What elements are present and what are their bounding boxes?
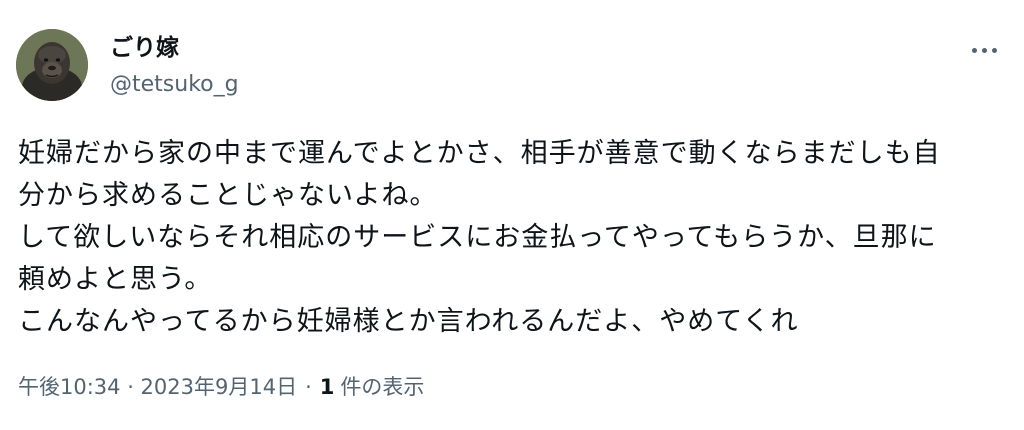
tweet-meta: 午後10:34 · 2023年9月14日 · 1 件の表示	[18, 372, 424, 402]
more-options-icon	[981, 47, 987, 53]
tweet-text: 妊婦だから家の中まで運んでよとかさ、相手が善意で動くならまだしも自 分から求める…	[18, 133, 1008, 343]
more-options-button[interactable]	[960, 34, 1008, 66]
tweet-text-line: して欲しいならそれ相応のサービスにお金払ってやってもらうか、旦那に	[18, 222, 937, 253]
view-count-label: 件の表示	[340, 375, 425, 399]
tweet-text-line: 妊婦だから家の中まで運んでよとかさ、相手が善意で動くならまだしも自	[18, 138, 941, 169]
tweet-text-line: 分から求めることじゃないよね。	[18, 180, 438, 211]
tweet-text-line: 頼めよと思う。	[18, 264, 213, 295]
user-handle[interactable]: @tetsuko_g	[110, 71, 239, 99]
display-name[interactable]: ごり嫁	[110, 33, 179, 63]
tweet-text-line: こんなんやってるから妊婦様とか言われるんだよ、やめてくれ	[18, 306, 799, 337]
more-options-icon	[991, 47, 997, 53]
more-options-icon	[971, 47, 977, 53]
tweet-card: ごり嫁 @tetsuko_g 妊婦だから家の中まで運んでよとかさ、相手が善意で動…	[0, 0, 1024, 430]
view-count: 1	[319, 375, 335, 399]
meta-separator: ·	[305, 375, 312, 399]
view-count-link[interactable]: 1 件の表示	[320, 372, 425, 402]
gorilla-avatar-icon	[16, 29, 88, 101]
tweet-timestamp[interactable]: 午後10:34 · 2023年9月14日	[18, 372, 297, 402]
avatar[interactable]	[16, 29, 88, 101]
